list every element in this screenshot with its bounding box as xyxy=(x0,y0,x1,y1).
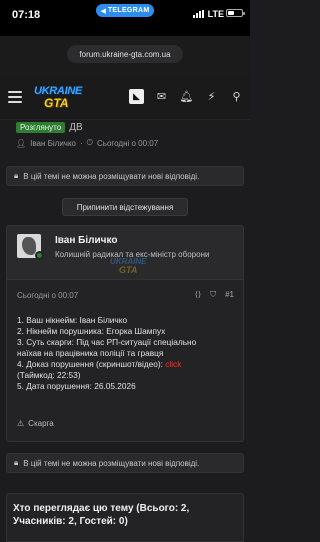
clock-icon: 🕓︎ xyxy=(86,138,93,147)
who-viewing-title: Хто переглядає цю тему (Всього: 2, Учасн… xyxy=(13,503,190,527)
thread-starter-link[interactable]: Іван Біличко xyxy=(30,139,76,148)
post-line: 4. Доказ порушення (скриншот/відео): xyxy=(17,359,166,369)
site-logo[interactable]: UKRAINE GTA xyxy=(30,83,88,113)
logo-text-bottom: GTA xyxy=(44,96,69,110)
thread-prefix-badge: Розглянуто xyxy=(16,122,66,133)
bolt-icon[interactable]: ⚡︎ xyxy=(204,89,219,104)
who-viewing-block: Хто переглядає цю тему (Всього: 2, Учасн… xyxy=(6,493,244,542)
post-user-bar: Іван Біличко Колишній радикал та екс-мін… xyxy=(7,226,243,280)
battery-icon xyxy=(226,9,245,17)
share-icon[interactable]: ⟨⟩ xyxy=(195,290,201,300)
unwatch-button[interactable]: Припинити відстежування xyxy=(62,198,188,216)
thread-locked-text: В цій темі не можна розміщувати нові від… xyxy=(23,458,200,468)
meta-separator: · xyxy=(80,138,83,148)
thread-locked-text: В цій темі не можна розміщувати нові від… xyxy=(23,171,200,181)
site-header: UKRAINE GTA ◣ ✉ 🔔︎ ⚡︎ ⚲ xyxy=(0,76,250,120)
post-line: 2. Нікнейм порушника: Егорка Шампух xyxy=(17,326,166,336)
post-line: 3. Суть скарги: Під час РП-ситуації спец… xyxy=(17,337,197,347)
header-icons: ◣ ✉ 🔔︎ ⚡︎ ⚲ xyxy=(129,89,244,104)
status-bar: 07:18 ◀ TELEGRAM LTE xyxy=(0,0,250,36)
page-content: Розглянуто ДВ 👤︎ Іван Біличко · 🕓︎ Сього… xyxy=(0,120,250,542)
post-line: 5. Дата порушення: 26.05.2026 xyxy=(17,381,136,391)
search-icon[interactable]: ⚲ xyxy=(229,89,244,104)
post-body: 1. Ваш нікнейм: Іван Біличко 2. Нікнейм … xyxy=(17,315,237,392)
post-date[interactable]: Сьогодні о 00:07 xyxy=(17,291,78,300)
lock-icon: 🔒︎ xyxy=(14,458,19,467)
report-label: Скарга xyxy=(28,419,54,428)
thread-title-text: ДВ xyxy=(69,122,83,133)
proof-link[interactable]: click xyxy=(165,359,181,369)
inbox-icon[interactable]: ✉ xyxy=(154,89,169,104)
thread-locked-notice: 🔒︎ В цій темі не можна розміщувати нові … xyxy=(6,166,244,186)
bell-icon[interactable]: 🔔︎ xyxy=(179,89,194,104)
back-app-label: TELEGRAM xyxy=(107,7,150,14)
network-label: LTE xyxy=(207,9,224,19)
post-line: наїхав на працівника поліції та гравця xyxy=(17,348,164,358)
post-line: 1. Ваш нікнейм: Іван Біличко xyxy=(17,315,128,325)
post-line: (Таймкод: 22:53) xyxy=(17,370,81,380)
signal-icon xyxy=(193,10,204,18)
back-arrow-icon: ◀ xyxy=(100,7,106,15)
watermark-text-bottom: GTA xyxy=(119,265,138,275)
url-field[interactable]: forum.ukraine-gta.com.ua xyxy=(67,45,183,63)
post-number[interactable]: #1 xyxy=(225,290,234,300)
bookmark-icon[interactable]: ⛉ xyxy=(210,290,216,300)
thread-title: Розглянуто ДВ xyxy=(16,122,83,133)
post-actions: ⟨⟩ ⛉ #1 xyxy=(195,290,234,300)
warning-icon: ⚠︎ xyxy=(17,419,25,428)
menu-icon[interactable] xyxy=(8,91,22,103)
lock-icon: 🔒︎ xyxy=(14,171,19,180)
back-to-telegram-pill[interactable]: ◀ TELEGRAM xyxy=(96,4,154,17)
post-author-name[interactable]: Іван Біличко xyxy=(55,235,117,246)
browser-url-bar: forum.ukraine-gta.com.ua xyxy=(0,36,250,76)
report-button[interactable]: ⚠︎ Скарга xyxy=(17,419,54,428)
online-status-indicator xyxy=(35,251,44,260)
user-avatar-icon[interactable]: ◣ xyxy=(129,89,144,104)
post-message: Іван Біличко Колишній радикал та екс-мін… xyxy=(6,225,244,442)
status-time: 07:18 xyxy=(12,9,41,21)
user-icon: 👤︎ xyxy=(16,138,27,148)
thread-start-date[interactable]: Сьогодні о 00:07 xyxy=(97,139,158,148)
watermark-logo: UKRAINE GTA xyxy=(110,257,150,279)
post-line-proof: 4. Доказ порушення (скриншот/відео): cli… xyxy=(17,359,237,370)
thread-meta: 👤︎ Іван Біличко · 🕓︎ Сьогодні о 00:07 xyxy=(16,138,158,148)
thread-locked-notice-bottom: 🔒︎ В цій темі не можна розміщувати нові … xyxy=(6,453,244,473)
